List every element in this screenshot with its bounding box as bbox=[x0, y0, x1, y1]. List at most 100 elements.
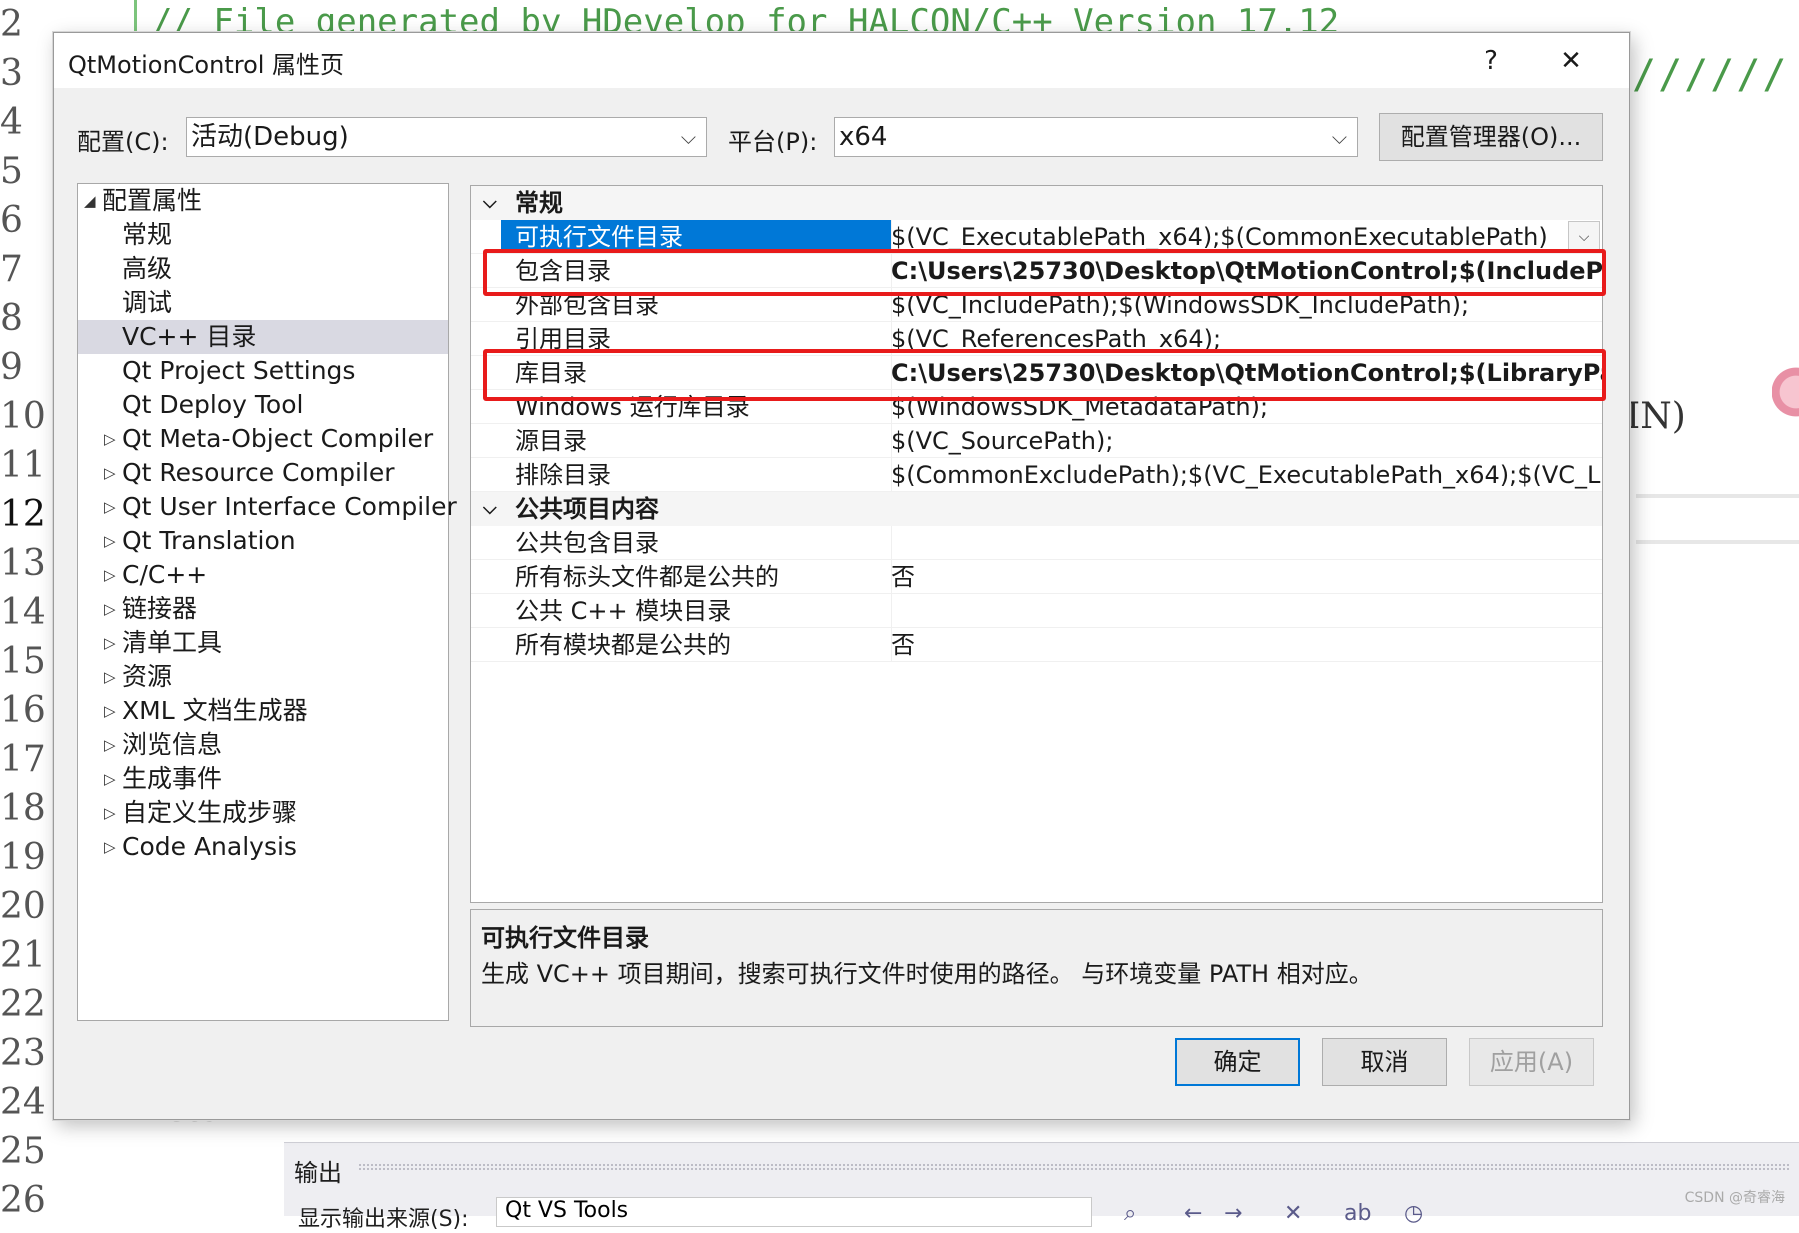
expand-triangle-icon[interactable]: ▷ bbox=[104, 490, 116, 524]
tree-item-linker[interactable]: ▷ 链接器 bbox=[78, 592, 448, 626]
ok-button[interactable]: 确定 bbox=[1175, 1038, 1300, 1086]
help-icon[interactable]: ? bbox=[1468, 39, 1514, 83]
config-manager-button[interactable]: 配置管理器(O)... bbox=[1379, 113, 1603, 161]
expand-triangle-icon[interactable]: ▷ bbox=[104, 456, 116, 490]
expand-triangle-icon[interactable]: ▷ bbox=[104, 796, 116, 830]
tree-item-xml-doc-generator[interactable]: ▷ XML 文档生成器 bbox=[78, 694, 448, 728]
tree-item-resources[interactable]: ▷ 资源 bbox=[78, 660, 448, 694]
description-text: 生成 VC++ 项目期间，搜索可执行文件时使用的路径。 与环境变量 PATH 相… bbox=[481, 960, 1373, 988]
tree-item-cpp[interactable]: ▷ C/C++ bbox=[78, 558, 448, 592]
chevron-down-icon: ⌵ bbox=[1331, 125, 1347, 149]
expand-triangle-icon[interactable]: ▷ bbox=[104, 592, 116, 626]
line-number: 4 bbox=[0, 102, 23, 143]
tree-item-qt-translation[interactable]: ▷ Qt Translation bbox=[78, 524, 448, 558]
platform-label: 平台(P): bbox=[728, 128, 818, 156]
line-number: 7 bbox=[0, 249, 23, 290]
line-number: 12 bbox=[0, 494, 46, 535]
line-number: 18 bbox=[0, 788, 46, 829]
property-tree: ◢ 配置属性 常规 高级 调试 VC++ 目录 Qt Project Setti… bbox=[77, 183, 457, 1021]
arrow-left-icon[interactable]: ← bbox=[1184, 1201, 1202, 1226]
arrow-right-icon[interactable]: → bbox=[1224, 1201, 1242, 1226]
line-number: 19 bbox=[0, 837, 46, 878]
chevron-down-icon[interactable]: ⌵ bbox=[483, 186, 497, 220]
expand-triangle-icon[interactable]: ▷ bbox=[104, 762, 116, 796]
property-pages-dialog: QtMotionControl 属性页 ? ✕ 配置(C): 活动(Debug)… bbox=[53, 32, 1630, 1120]
line-number: 3 bbox=[0, 53, 23, 94]
word-wrap-icon[interactable]: ab bbox=[1344, 1201, 1371, 1226]
expand-triangle-icon[interactable]: ▷ bbox=[104, 558, 116, 592]
output-panel: 输出 显示输出来源(S): Qt VS Tools ⌕ ← → ✕ ab ◷ bbox=[284, 1142, 1799, 1232]
tree-item-general[interactable]: 常规 bbox=[78, 218, 448, 252]
property-row-public-include-dirs[interactable]: 公共包含目录 bbox=[471, 526, 1602, 560]
tree-item-qt-project-settings[interactable]: Qt Project Settings bbox=[78, 354, 448, 388]
expand-triangle-icon[interactable]: ▷ bbox=[104, 422, 116, 456]
category-public-project-content[interactable]: ⌵ 公共项目内容 bbox=[471, 492, 1602, 526]
tree-item-advanced[interactable]: 高级 bbox=[78, 252, 448, 286]
tree-item-qt-uic[interactable]: ▷ Qt User Interface Compiler bbox=[78, 490, 457, 524]
output-source-select[interactable]: Qt VS Tools bbox=[496, 1197, 1092, 1227]
tree-item-code-analysis[interactable]: ▷ Code Analysis bbox=[78, 830, 448, 864]
output-source-label: 显示输出来源(S): bbox=[298, 1207, 469, 1232]
tree-item-qt-deploy-tool[interactable]: Qt Deploy Tool bbox=[78, 388, 448, 422]
highlight-box-library-dirs bbox=[483, 349, 1606, 401]
line-number: 8 bbox=[0, 298, 23, 339]
line-number: 25 bbox=[0, 1131, 46, 1172]
apply-button[interactable]: 应用(A) bbox=[1469, 1038, 1594, 1086]
clear-all-icon[interactable]: ✕ bbox=[1284, 1201, 1302, 1226]
dialog-titlebar[interactable]: QtMotionControl 属性页 ? ✕ bbox=[54, 33, 1629, 88]
close-icon[interactable]: ✕ bbox=[1548, 39, 1594, 83]
property-row-all-headers-public[interactable]: 所有标头文件都是公共的 否 bbox=[471, 560, 1602, 594]
config-select[interactable]: 活动(Debug) ⌵ bbox=[186, 117, 707, 157]
expand-triangle-icon[interactable]: ▷ bbox=[104, 728, 116, 762]
property-description-panel: 可执行文件目录 生成 VC++ 项目期间，搜索可执行文件时使用的路径。 与环境变… bbox=[470, 909, 1603, 1027]
tree-item-debugging[interactable]: 调试 bbox=[78, 286, 448, 320]
watermark: CSDN @奇睿海 bbox=[1684, 1190, 1785, 1206]
config-value: 活动(Debug) bbox=[191, 122, 349, 152]
tree-item-vc-directories[interactable]: VC++ 目录 bbox=[78, 320, 448, 354]
code-fragment: IN) bbox=[1626, 396, 1686, 437]
decoration-flower bbox=[1772, 360, 1799, 440]
line-number: 22 bbox=[0, 984, 46, 1025]
chevron-down-icon[interactable]: ⌵ bbox=[483, 492, 497, 526]
tree-item-custom-build-step[interactable]: ▷ 自定义生成步骤 bbox=[78, 796, 448, 830]
line-number: 17 bbox=[0, 739, 46, 780]
property-row-public-module-dirs[interactable]: 公共 C++ 模块目录 bbox=[471, 594, 1602, 628]
line-number: 20 bbox=[0, 886, 46, 927]
find-icon[interactable]: ⌕ bbox=[1124, 1201, 1136, 1226]
property-row-source-dirs[interactable]: 源目录 $(VC_SourcePath); bbox=[471, 424, 1602, 458]
line-number: 13 bbox=[0, 543, 46, 584]
expand-triangle-icon[interactable]: ▷ bbox=[104, 524, 116, 558]
tree-item-qt-rcc[interactable]: ▷ Qt Resource Compiler bbox=[78, 456, 448, 490]
line-number: 14 bbox=[0, 592, 46, 633]
property-row-all-modules-public[interactable]: 所有模块都是公共的 否 bbox=[471, 628, 1602, 662]
chevron-down-icon: ⌵ bbox=[680, 125, 696, 149]
platform-select[interactable]: x64 ⌵ bbox=[834, 117, 1358, 157]
cancel-button[interactable]: 取消 bbox=[1322, 1038, 1447, 1086]
output-panel-grip[interactable] bbox=[358, 1163, 1789, 1171]
expand-triangle-icon[interactable]: ▷ bbox=[104, 830, 116, 864]
highlight-box-include-dirs bbox=[483, 249, 1606, 296]
platform-value: x64 bbox=[839, 122, 888, 152]
clock-icon[interactable]: ◷ bbox=[1404, 1201, 1423, 1226]
line-number: 5 bbox=[0, 151, 23, 192]
line-number: 15 bbox=[0, 641, 46, 682]
tree-item-manifest-tool[interactable]: ▷ 清单工具 bbox=[78, 626, 448, 660]
line-number: 9 bbox=[0, 347, 23, 388]
line-number: 11 bbox=[0, 445, 46, 486]
category-general[interactable]: ⌵ 常规 bbox=[471, 186, 1602, 220]
collapse-triangle-icon[interactable]: ◢ bbox=[84, 184, 96, 218]
expand-triangle-icon[interactable]: ▷ bbox=[104, 626, 116, 660]
output-panel-title: 输出 bbox=[294, 1159, 342, 1187]
line-number: 21 bbox=[0, 935, 46, 976]
expand-triangle-icon[interactable]: ▷ bbox=[104, 660, 116, 694]
line-number: 16 bbox=[0, 690, 46, 731]
tree-item-root[interactable]: ◢ 配置属性 bbox=[78, 184, 448, 218]
dialog-title: QtMotionControl 属性页 bbox=[68, 51, 345, 79]
line-number: 10 bbox=[0, 396, 46, 437]
tree-item-qt-moc[interactable]: ▷ Qt Meta-Object Compiler bbox=[78, 422, 448, 456]
tree-item-browse-info[interactable]: ▷ 浏览信息 bbox=[78, 728, 448, 762]
property-row-exclude-dirs[interactable]: 排除目录 $(CommonExcludePath);$(VC_Executabl… bbox=[471, 458, 1602, 492]
tree-item-build-events[interactable]: ▷ 生成事件 bbox=[78, 762, 448, 796]
editor-divider bbox=[1636, 494, 1799, 498]
expand-triangle-icon[interactable]: ▷ bbox=[104, 694, 116, 728]
